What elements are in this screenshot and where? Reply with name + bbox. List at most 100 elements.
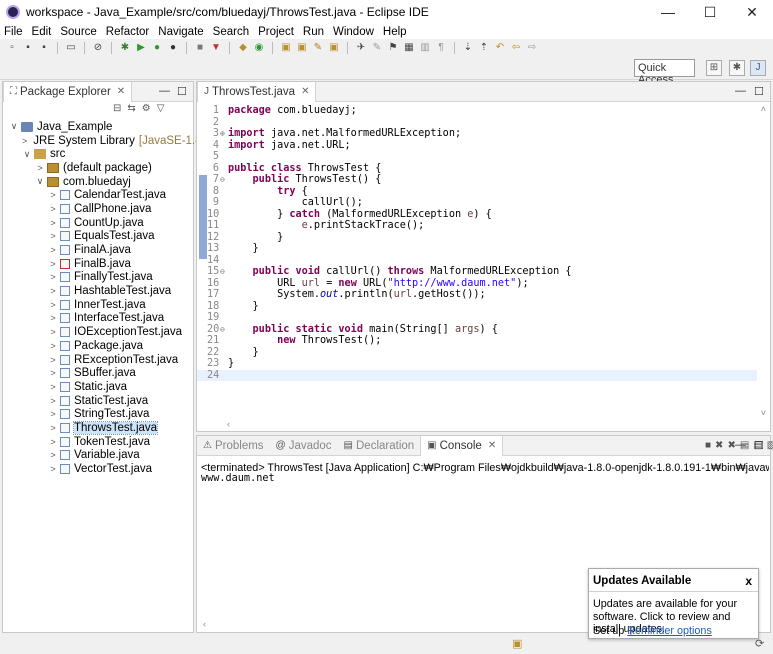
maximize-view-icon[interactable]: ☐ — [177, 85, 187, 98]
code-line[interactable]: 11 e.printStackTrace(); — [197, 220, 757, 232]
pilcrow-icon[interactable]: ¶ — [435, 42, 447, 54]
minimize-view-icon[interactable]: — — [735, 85, 746, 97]
menu-help[interactable]: Help — [383, 26, 407, 38]
code-line[interactable]: 12 } — [197, 232, 757, 244]
run-last-tool-icon[interactable]: ● — [167, 42, 179, 54]
code-line[interactable]: 17 System.out.println(url.getHost()); — [197, 289, 757, 301]
tree-item[interactable]: > FinalB.java — [3, 257, 193, 271]
toggle-mark-icon[interactable]: ⚑ — [387, 42, 399, 54]
new-java-package-icon[interactable]: ◆ — [237, 42, 249, 54]
save-all-icon[interactable]: ▪ — [38, 42, 50, 54]
code-line[interactable]: 5 — [197, 151, 757, 163]
stop-icon[interactable]: ■ — [194, 42, 206, 54]
chevron-right-icon[interactable]: > — [48, 409, 58, 419]
pin-console-icon[interactable]: ▧ — [767, 440, 773, 451]
code-line[interactable]: 21 new ThrowsTest(); — [197, 335, 757, 347]
debug-icon[interactable]: ✱ — [119, 42, 131, 54]
tree-item[interactable]: > StringTest.java — [3, 407, 193, 421]
chevron-right-icon[interactable]: > — [48, 423, 58, 433]
chevron-right-icon[interactable]: > — [48, 231, 58, 241]
menu-window[interactable]: Window — [333, 26, 374, 38]
remove-launch-icon[interactable]: ✖ — [715, 440, 723, 451]
quick-access-input[interactable]: Quick Access — [634, 59, 695, 86]
block-selection-icon[interactable]: ▦ — [403, 42, 415, 54]
forward-icon[interactable]: ⇨ — [526, 42, 538, 54]
back-icon[interactable]: ⇦ — [510, 42, 522, 54]
code-line[interactable]: 16 URL url = new URL("http://www.daum.ne… — [197, 278, 757, 290]
run-icon[interactable]: ▶ — [135, 42, 147, 54]
java-ee-perspective-icon[interactable]: ✱ — [729, 60, 745, 76]
close-window-button[interactable]: ✕ — [731, 0, 773, 24]
chevron-right-icon[interactable]: > — [48, 204, 58, 214]
code-line[interactable]: 15 ⊖ public void callUrl() throws Malform… — [197, 266, 757, 278]
scroll-left-icon[interactable]: ‹ — [203, 619, 206, 629]
close-notification-button[interactable]: x — [745, 574, 752, 588]
maximize-view-icon[interactable]: ☐ — [754, 439, 764, 452]
reminder-options-link[interactable]: Reminder options — [627, 625, 712, 637]
chevron-right-icon[interactable]: > — [22, 136, 27, 146]
last-edit-icon[interactable]: ↶ — [494, 42, 506, 54]
code-line[interactable]: 13 } — [197, 243, 757, 255]
open-type-icon[interactable]: ▣ — [280, 42, 292, 54]
chevron-right-icon[interactable]: > — [48, 272, 58, 282]
fold-toggle-icon[interactable]: ⊖ — [220, 324, 225, 336]
search-icon[interactable]: ✎ — [312, 42, 324, 54]
save-icon[interactable]: ▪ — [22, 42, 34, 54]
tree-item[interactable]: > SBuffer.java — [3, 366, 193, 380]
tab-package-explorer[interactable]: ⛶ Package Explorer ✕ — [3, 81, 133, 102]
external-tools-icon[interactable]: ▼ — [210, 42, 222, 54]
chevron-right-icon[interactable]: > — [48, 245, 58, 255]
tab-javadoc[interactable]: @ Javadoc — [270, 436, 338, 456]
scroll-left-icon[interactable]: ‹ — [227, 419, 230, 429]
code-area[interactable]: 1 package com.bluedayj; 2 3 ⊕ import java.net… — [197, 103, 757, 429]
console-output[interactable]: www.daum.net — [201, 473, 275, 484]
tree-item[interactable]: > CalendarTest.java — [3, 188, 193, 202]
tree-item[interactable]: > StaticTest.java — [3, 394, 193, 408]
new-icon[interactable]: ▫ — [6, 42, 18, 54]
chevron-right-icon[interactable]: > — [48, 355, 58, 365]
menu-refactor[interactable]: Refactor — [106, 26, 149, 38]
fold-toggle-icon[interactable]: ⊖ — [220, 266, 225, 278]
tree-item[interactable]: > InnerTest.java — [3, 298, 193, 312]
code-line[interactable]: 3 ⊕ import java.net.MalformedURLException; — [197, 128, 757, 140]
close-icon[interactable]: ✕ — [117, 86, 125, 97]
tree-item[interactable]: ∨ src — [3, 147, 193, 161]
skip-breakpoints-icon[interactable]: ⊘ — [92, 42, 104, 54]
tree-item[interactable]: > VectorTest.java — [3, 462, 193, 476]
tab-declaration[interactable]: ▤ Declaration — [338, 436, 421, 456]
chevron-right-icon[interactable]: > — [48, 382, 58, 392]
chevron-right-icon[interactable]: > — [35, 163, 45, 173]
tree-item[interactable]: > TokenTest.java — [3, 435, 193, 449]
show-whitespace-icon[interactable]: ▥ — [419, 42, 431, 54]
new-java-class-icon[interactable]: ◉ — [253, 42, 265, 54]
code-line[interactable]: 6 public class ThrowsTest { — [197, 163, 757, 175]
annotation-icon[interactable]: ✈ — [355, 42, 367, 54]
terminal-icon[interactable]: ▭ — [65, 42, 77, 54]
close-icon[interactable]: ✕ — [301, 86, 309, 97]
status-tool-icon[interactable]: ▣ — [512, 637, 522, 650]
code-line[interactable]: 18 } — [197, 301, 757, 313]
tree-item[interactable]: > CallPhone.java — [3, 202, 193, 216]
tree-item[interactable]: > HashtableTest.java — [3, 284, 193, 298]
chevron-right-icon[interactable]: > — [48, 218, 58, 228]
collapse-all-icon[interactable]: ⊟ — [113, 103, 121, 119]
minimize-view-icon[interactable]: — — [159, 85, 170, 97]
chevron-right-icon[interactable]: > — [48, 450, 58, 460]
menu-run[interactable]: Run — [303, 26, 324, 38]
open-folder-icon[interactable]: ▣ — [328, 42, 340, 54]
chevron-right-icon[interactable]: > — [48, 341, 58, 351]
tab-problems[interactable]: ⚠ Problems — [197, 436, 270, 456]
terminate-icon[interactable]: ■ — [705, 440, 711, 451]
java-perspective-icon[interactable]: J — [750, 60, 766, 76]
edit-icon[interactable]: ✎ — [371, 42, 383, 54]
chevron-right-icon[interactable]: > — [48, 396, 58, 406]
minimize-button[interactable]: — — [647, 0, 689, 24]
chevron-right-icon[interactable]: > — [48, 437, 58, 447]
tree-item[interactable]: > EqualsTest.java — [3, 230, 193, 244]
updates-notification[interactable]: Updates Available x Updates are availabl… — [588, 568, 759, 639]
code-line[interactable]: 24 — [197, 369, 757, 381]
open-task-icon[interactable]: ▣ — [296, 42, 308, 54]
code-line[interactable]: 19 — [197, 312, 757, 324]
code-line[interactable]: 10 } catch (MalformedURLException e) { — [197, 209, 757, 221]
tree-item[interactable]: > JRE System Library [JavaSE-1.8] — [3, 134, 205, 148]
